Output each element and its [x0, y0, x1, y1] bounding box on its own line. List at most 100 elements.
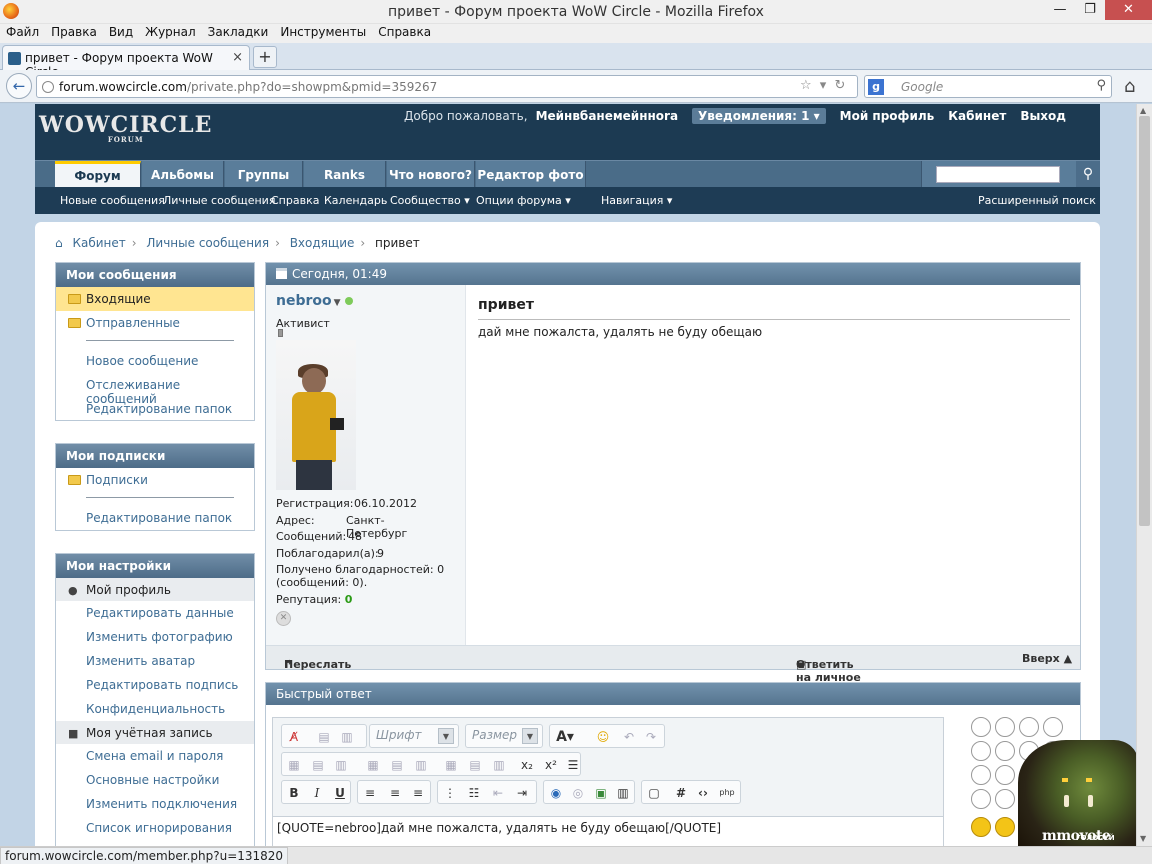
unlink-icon[interactable]: ◎ — [569, 784, 587, 802]
scroll-thumb[interactable] — [1139, 116, 1150, 526]
search-icon[interactable]: ⚲ — [1096, 78, 1106, 93]
general-settings-link[interactable]: Основные настройки — [56, 768, 254, 792]
link-icon[interactable]: ◉ — [547, 784, 565, 802]
undo-icon[interactable]: ↶ — [620, 728, 638, 746]
vertical-scrollbar[interactable]: ▲ ▼ — [1136, 104, 1152, 846]
font-select[interactable]: Шрифт ▼ — [369, 724, 459, 748]
new-message-link[interactable]: Новое сообщение — [56, 349, 254, 373]
subnav-forum-options[interactable]: Опции форума ▾ — [476, 194, 571, 207]
insert-row-icon[interactable]: ▦ — [364, 756, 382, 774]
change-connections-link[interactable]: Изменить подключения — [56, 792, 254, 816]
browser-tab[interactable]: привет - Форум проекта WoW Circle × — [2, 45, 250, 79]
subnav-calendar[interactable]: Календарь — [324, 194, 387, 207]
menu-help[interactable]: Справка — [372, 24, 437, 40]
ignore-list-link[interactable]: Список игнорирования — [56, 816, 254, 840]
subnav-community[interactable]: Сообщество ▾ — [390, 194, 470, 207]
url-bar[interactable]: forum.wowcircle.com/private.php?do=showp… — [36, 75, 858, 98]
home-button[interactable]: ⌂ — [1124, 76, 1135, 97]
new-tab-button[interactable]: + — [253, 46, 277, 68]
advanced-search-link[interactable]: Расширенный поиск — [978, 194, 1096, 207]
insert-col-icon[interactable]: ▦ — [442, 756, 460, 774]
change-photo-link[interactable]: Изменить фотографию — [56, 625, 254, 649]
menu-history[interactable]: Журнал — [139, 24, 202, 40]
folder-inbox[interactable]: Входящие — [56, 287, 254, 311]
ordered-list-icon[interactable]: ⋮ — [441, 784, 459, 802]
change-email-link[interactable]: Смена email и пароля — [56, 744, 254, 768]
video-icon[interactable]: ▥ — [614, 784, 632, 802]
back-to-top-link[interactable]: Вверх ▲ — [1022, 652, 1072, 665]
author-username[interactable]: nebroo ▼ — [276, 293, 353, 309]
subnav-navigation[interactable]: Навигация ▾ — [601, 194, 672, 207]
menu-bookmarks[interactable]: Закладки — [202, 24, 275, 40]
breadcrumb-pm[interactable]: Личные сообщения — [146, 236, 269, 250]
back-button[interactable]: ← — [6, 73, 32, 99]
align-center-icon[interactable]: ≡ — [386, 784, 404, 802]
bookmark-star-icon[interactable]: ☆ — [800, 78, 812, 93]
notifications-button[interactable]: Уведомления: 1 ▾ — [692, 108, 826, 124]
edit-folders-link[interactable]: Редактирование папок — [56, 397, 254, 421]
scroll-down-icon[interactable]: ▼ — [1140, 834, 1146, 843]
merge-icon[interactable]: ▥ — [412, 756, 430, 774]
smiley-icon[interactable] — [1019, 717, 1039, 737]
superscript-icon[interactable]: x² — [542, 756, 560, 774]
username-link[interactable]: Мейнвбанемейнноrа — [536, 108, 678, 124]
italic-icon[interactable]: I — [308, 784, 326, 802]
smiley-icon[interactable] — [995, 717, 1015, 737]
edit-sub-folders-link[interactable]: Редактирование папок — [56, 506, 254, 530]
quote-icon[interactable]: ▢ — [645, 784, 663, 802]
folder-sent[interactable]: Отправленные — [56, 311, 254, 335]
align-left-icon[interactable]: ≡ — [361, 784, 379, 802]
paste-text-icon[interactable]: ▥ — [338, 728, 356, 746]
chevron-down-icon[interactable]: ▼ — [522, 728, 538, 744]
smiley-icon[interactable] — [971, 817, 991, 837]
forum-search-button[interactable]: ⚲ — [1076, 161, 1100, 188]
mmovote-banner[interactable]: mmovote — [1012, 740, 1136, 846]
font-color-icon[interactable]: A▾ — [556, 728, 574, 746]
home-icon[interactable]: ⌂ — [55, 236, 63, 250]
reload-icon[interactable]: ↻ — [834, 78, 845, 93]
breadcrumb-cabinet[interactable]: Кабинет — [72, 236, 125, 250]
tab-close-icon[interactable]: × — [232, 50, 243, 65]
smiley-icon[interactable] — [971, 765, 991, 785]
tab-photo-editor[interactable]: Редактор фото — [476, 161, 586, 188]
menu-view[interactable]: Вид — [103, 24, 139, 40]
smiley-icon[interactable] — [971, 717, 991, 737]
smiley-icon[interactable] — [1043, 717, 1063, 737]
menu-edit[interactable]: Правка — [45, 24, 103, 40]
breadcrumb-inbox[interactable]: Входящие — [290, 236, 355, 250]
url-dropdown-icon[interactable]: ▾ — [820, 78, 827, 93]
logout-link[interactable]: Выход — [1020, 108, 1066, 124]
tab-ranks[interactable]: Ranks — [304, 161, 386, 188]
table-col-icon[interactable]: ▥ — [332, 756, 350, 774]
unordered-list-icon[interactable]: ☷ — [465, 784, 483, 802]
edit-profile-link[interactable]: Редактировать данные — [56, 601, 254, 625]
php-icon[interactable]: php — [718, 784, 736, 802]
subnav-new-posts[interactable]: Новые сообщения — [60, 194, 165, 207]
smiley-icon[interactable]: ☺ — [594, 728, 612, 746]
smiley-icon[interactable] — [971, 741, 991, 761]
subscript-icon[interactable]: x₂ — [518, 756, 536, 774]
image-icon[interactable]: ▣ — [592, 784, 610, 802]
change-avatar-link[interactable]: Изменить аватар — [56, 649, 254, 673]
size-select[interactable]: Размер ▼ — [465, 724, 543, 748]
chevron-down-icon[interactable]: ▼ — [438, 728, 454, 744]
delete-col-icon[interactable]: ▤ — [466, 756, 484, 774]
my-profile-link[interactable]: Мой профиль — [840, 108, 935, 124]
edit-signature-link[interactable]: Редактировать подпись — [56, 673, 254, 697]
underline-icon[interactable]: U — [331, 784, 349, 802]
tab-whats-new[interactable]: Что нового? — [387, 161, 475, 188]
minimize-button[interactable]: — — [1045, 0, 1075, 20]
menu-file[interactable]: Файл — [0, 24, 45, 40]
subnav-help[interactable]: Справка — [271, 194, 319, 207]
bold-icon[interactable]: B — [285, 784, 303, 802]
author-avatar[interactable] — [276, 340, 356, 490]
redo-icon[interactable]: ↷ — [642, 728, 660, 746]
subnav-private-messages[interactable]: Личные сообщения — [163, 194, 275, 207]
tab-forum[interactable]: Форум — [55, 161, 141, 189]
quick-reply-textarea[interactable]: [QUOTE=nebroo]дай мне пожалста, удалять … — [273, 816, 943, 846]
forum-search-input[interactable] — [936, 166, 1060, 183]
code-icon[interactable]: ‹› — [694, 784, 712, 802]
site-logo[interactable]: WOWCIRCLE FORUM — [39, 112, 212, 144]
track-messages-link[interactable]: Отслеживание сообщений — [56, 373, 254, 406]
menu-tools[interactable]: Инструменты — [274, 24, 372, 40]
